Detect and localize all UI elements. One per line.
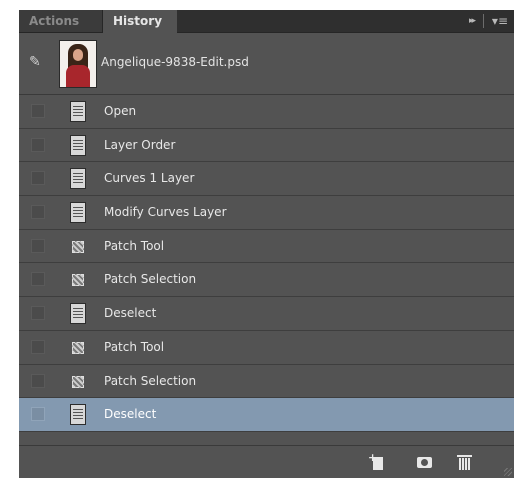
patch-tool-icon	[69, 271, 85, 287]
history-panel: Actions History ▸▸ ▾≡ ✎ Angelique-9838-E…	[19, 10, 514, 478]
history-state[interactable]: Patch Tool	[19, 229, 514, 264]
history-state-label: Patch Tool	[104, 339, 165, 354]
history-state-label: Patch Selection	[104, 272, 197, 287]
document-icon	[70, 202, 86, 224]
history-state-label: Layer Order	[104, 137, 176, 152]
history-state-selected[interactable]: Deselect	[19, 398, 514, 432]
history-brush-source-checkbox[interactable]	[31, 407, 45, 422]
tab-history[interactable]: History	[103, 10, 177, 33]
patch-tool-icon	[69, 339, 85, 355]
history-state-label: Patch Tool	[104, 238, 165, 253]
patch-tool-icon	[69, 373, 85, 389]
history-brush-source-checkbox[interactable]	[31, 238, 45, 253]
snapshot-thumbnail	[59, 40, 97, 88]
patch-tool-icon	[69, 238, 85, 254]
history-brush-source-checkbox[interactable]	[31, 171, 45, 186]
history-state[interactable]: Patch Selection	[19, 263, 514, 298]
divider	[483, 14, 484, 28]
history-brush-icon[interactable]: ✎	[29, 53, 47, 71]
history-state[interactable]: Curves 1 Layer	[19, 162, 514, 197]
history-state[interactable]: Patch Tool	[19, 330, 514, 365]
history-state-label: Deselect	[104, 306, 157, 321]
panel-footer: +	[19, 445, 514, 478]
history-state-label: Patch Selection	[104, 373, 197, 388]
tab-bar: Actions History ▸▸ ▾≡	[19, 10, 514, 33]
new-document-from-state-icon[interactable]: +	[368, 452, 388, 471]
history-state[interactable]: Modify Curves Layer	[19, 196, 514, 230]
snapshot-row[interactable]: ✎ Angelique-9838-Edit.psd	[19, 33, 514, 95]
history-state-label: Open	[104, 104, 137, 118]
history-state[interactable]: Deselect	[19, 297, 514, 331]
history-state-label: Curves 1 Layer	[104, 171, 195, 186]
history-list: Open Layer Order Curves 1 Layer Modify C…	[19, 95, 514, 432]
history-state[interactable]: Layer Order	[19, 128, 514, 163]
history-brush-source-checkbox[interactable]	[31, 104, 45, 118]
history-brush-source-checkbox[interactable]	[31, 306, 45, 321]
collapse-panel-icon[interactable]: ▸▸	[469, 10, 476, 32]
history-state[interactable]: Open	[19, 95, 514, 129]
history-state-label: Deselect	[104, 407, 157, 422]
resize-grip-icon[interactable]	[504, 468, 512, 476]
document-icon	[70, 168, 86, 190]
history-brush-source-checkbox[interactable]	[31, 137, 45, 152]
trash-icon[interactable]	[455, 453, 475, 471]
tab-actions[interactable]: Actions	[19, 10, 103, 32]
history-state-label: Modify Curves Layer	[104, 205, 227, 220]
document-icon	[70, 404, 86, 426]
document-icon	[70, 101, 86, 122]
document-icon	[70, 303, 86, 325]
panel-menu-icon[interactable]: ▾≡	[492, 10, 508, 32]
document-icon	[70, 134, 86, 156]
snapshot-name: Angelique-9838-Edit.psd	[101, 55, 249, 69]
camera-icon[interactable]	[415, 453, 435, 471]
history-state[interactable]: Patch Selection	[19, 364, 514, 399]
history-brush-source-checkbox[interactable]	[31, 373, 45, 388]
history-brush-source-checkbox[interactable]	[31, 272, 45, 287]
history-brush-source-checkbox[interactable]	[31, 205, 45, 220]
history-brush-source-checkbox[interactable]	[31, 339, 45, 354]
